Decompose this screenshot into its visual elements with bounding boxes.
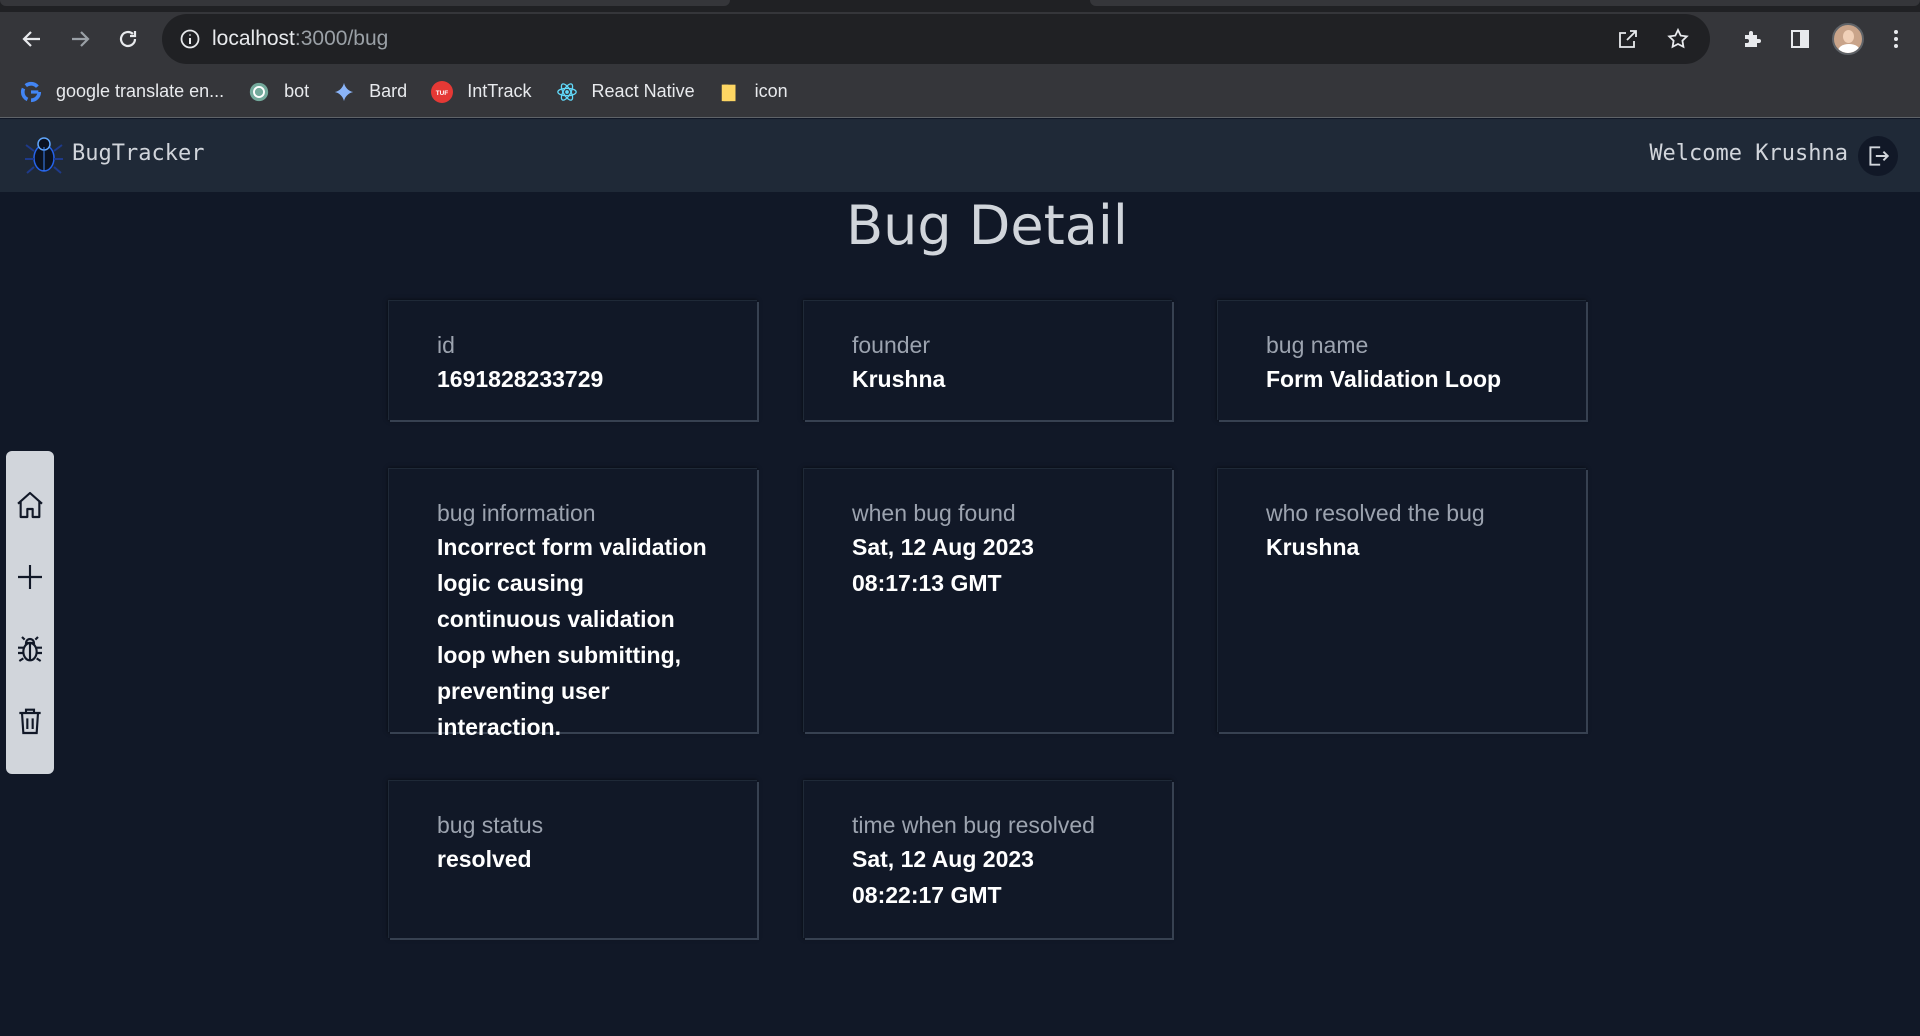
bookmark-google-translate[interactable]: google translate en...: [20, 81, 224, 103]
dock-delete-button[interactable]: [6, 697, 54, 745]
browser-tab[interactable]: [0, 0, 730, 6]
brand-name[interactable]: BugTracker: [72, 141, 204, 166]
puzzle-icon: [1745, 31, 1761, 47]
tuf-icon: TUF: [431, 80, 454, 103]
react-icon: [556, 81, 578, 103]
card-value: Incorrect form validation logic causing …: [437, 534, 707, 740]
logout-button[interactable]: [1858, 136, 1898, 176]
bookmark-star-icon[interactable]: [1666, 27, 1690, 51]
detail-card-founder: founder Krushna: [803, 300, 1172, 420]
dock-home-button[interactable]: [6, 481, 54, 529]
bug-logo-icon[interactable]: [22, 133, 66, 177]
url-path: :3000/bug: [294, 27, 389, 50]
browser-tab[interactable]: [1090, 0, 1920, 6]
card-label: bug name: [1266, 332, 1369, 358]
folder-icon: [719, 81, 741, 103]
bookmark-label: icon: [754, 81, 788, 101]
reload-button[interactable]: [108, 12, 148, 66]
card-label: id: [437, 332, 455, 358]
toolbar-right: [1728, 12, 1920, 66]
reload-icon: [119, 30, 137, 48]
side-panel-button[interactable]: [1776, 12, 1824, 66]
card-label: when bug found: [852, 500, 1016, 526]
browser-toolbar: localhost:3000/bug: [0, 12, 1920, 66]
svg-text:TUF: TUF: [436, 89, 449, 96]
card-label: founder: [852, 332, 931, 358]
bookmark-label: google translate en...: [56, 81, 225, 101]
plus-icon: [18, 565, 42, 589]
back-button[interactable]: [12, 12, 52, 66]
detail-card-resolver: who resolved the bug Krushna: [1217, 468, 1586, 732]
bard-sparkle-icon: [333, 81, 355, 103]
bookmark-label: Bard: [369, 81, 408, 101]
card-label: who resolved the bug: [1266, 500, 1485, 526]
bookmark-folder-icon[interactable]: icon: [719, 81, 788, 103]
bookmark-label: bot: [284, 81, 310, 101]
arrow-left-icon: [22, 31, 40, 47]
bookmark-react-native[interactable]: React Native: [556, 81, 695, 103]
bookmark-label: React Native: [591, 81, 695, 101]
bookmark-bard[interactable]: Bard: [333, 81, 407, 103]
bookmark-label: IntTrack: [467, 81, 532, 101]
menu-button[interactable]: [1872, 12, 1920, 66]
card-value: Sat, 12 Aug 2023 08:17:13 GMT: [852, 534, 1034, 596]
url-text: localhost:3000/bug: [212, 27, 388, 51]
browser-tab-strip: [0, 0, 1920, 12]
detail-card-id: id 1691828233729: [388, 300, 757, 420]
card-value: Sat, 12 Aug 2023 08:22:17 GMT: [852, 846, 1034, 908]
arrow-right-icon: [72, 31, 90, 47]
side-panel-icon: [1791, 30, 1809, 48]
detail-card-bug-name: bug name Form Validation Loop: [1217, 300, 1586, 420]
card-label: bug status: [437, 812, 544, 838]
app-header: BugTracker Welcome Krushna: [0, 119, 1920, 192]
dock-bugs-button[interactable]: [6, 625, 54, 673]
url-host: localhost: [212, 27, 295, 50]
page-title: Bug Detail: [846, 194, 1128, 257]
avatar: [1832, 23, 1864, 55]
card-value: Form Validation Loop: [1266, 366, 1502, 392]
welcome-text: Welcome Krushna: [1649, 141, 1848, 166]
openai-icon: [248, 81, 270, 103]
kebab-menu-icon: [1894, 30, 1898, 48]
card-value: resolved: [437, 846, 532, 872]
card-value: Krushna: [852, 366, 946, 392]
bookmark-bot[interactable]: bot: [248, 81, 309, 103]
bookmarks-bar: google translate en... bot Bard TUF IntT…: [0, 66, 1920, 118]
detail-card-resolved-time: time when bug resolved Sat, 12 Aug 2023 …: [803, 780, 1172, 938]
detail-card-bug-information: bug information Incorrect form validatio…: [388, 468, 757, 740]
address-bar-actions: [1616, 14, 1690, 64]
side-dock: [6, 451, 54, 774]
detail-card-status: bug status resolved: [388, 780, 757, 938]
site-info-icon[interactable]: [178, 27, 202, 51]
card-value: 1691828233729: [437, 366, 604, 392]
card-label: time when bug resolved: [852, 812, 1095, 838]
address-bar[interactable]: localhost:3000/bug: [162, 14, 1710, 64]
trash-icon: [19, 708, 41, 735]
logout-icon: [1869, 146, 1890, 166]
home-icon: [17, 491, 43, 519]
google-icon: [20, 81, 42, 103]
forward-button[interactable]: [60, 12, 100, 66]
bug-icon: [18, 636, 42, 662]
detail-card-when-found: when bug found Sat, 12 Aug 2023 08:17:13…: [803, 468, 1172, 732]
share-icon[interactable]: [1616, 27, 1640, 51]
extensions-button[interactable]: [1728, 12, 1776, 66]
card-value: Krushna: [1266, 534, 1360, 560]
dock-add-button[interactable]: [6, 553, 54, 601]
bookmark-inttrack[interactable]: TUF IntTrack: [431, 80, 532, 103]
profile-button[interactable]: [1824, 12, 1872, 66]
card-label: bug information: [437, 500, 596, 526]
